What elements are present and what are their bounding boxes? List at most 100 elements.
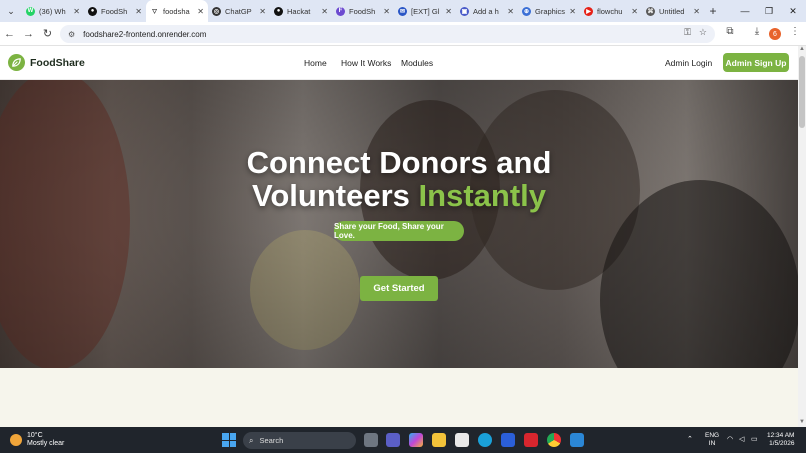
browser-tab[interactable]: ◎ ChatGP ✕ xyxy=(208,0,270,22)
clock-time: 12:34 AM xyxy=(767,432,795,439)
forward-icon[interactable]: → xyxy=(19,28,38,40)
close-tab-icon[interactable]: ✕ xyxy=(73,7,80,16)
hero-title-accent: Instantly xyxy=(418,178,546,213)
leaf-icon xyxy=(8,54,25,71)
browser-tab[interactable]: ✉ [EXT] Gl ✕ xyxy=(394,0,456,22)
copilot-icon[interactable] xyxy=(409,433,423,447)
get-started-button[interactable]: Get Started xyxy=(360,276,438,301)
close-tab-icon[interactable]: ✕ xyxy=(135,7,142,16)
hero-title: Connect Donors and Volunteers Instantly xyxy=(0,146,798,212)
address-bar: ← → ↻ ⚙ foodshare2-frontend.onrender.com… xyxy=(0,22,806,46)
chrome-icon[interactable] xyxy=(547,433,561,447)
tray-overflow-icon[interactable]: ⌃ xyxy=(687,435,693,443)
weather-widget[interactable]: 10°C Mostly clear xyxy=(10,432,64,448)
url-field[interactable]: ⚙ foodshare2-frontend.onrender.com ⚿ ☆ xyxy=(60,25,715,43)
url-text: foodshare2-frontend.onrender.com xyxy=(83,29,207,39)
teams-icon[interactable] xyxy=(386,433,400,447)
new-tab-button[interactable]: + xyxy=(704,4,722,18)
brand-logo[interactable]: FoodShare xyxy=(8,54,85,71)
keyboard-region: IN xyxy=(708,440,716,447)
browser-tab[interactable]: ▣ Add a h ✕ xyxy=(456,0,518,22)
close-tab-icon[interactable]: ✕ xyxy=(383,7,390,16)
close-tab-icon[interactable]: ✕ xyxy=(445,7,452,16)
close-tab-icon[interactable]: ✕ xyxy=(507,7,514,16)
taskbar-search-label: Search xyxy=(259,436,284,445)
browser-tab-label: FoodSh xyxy=(349,6,376,16)
tab-search-menu-icon[interactable]: ⌄ xyxy=(0,0,22,22)
scroll-thumb[interactable] xyxy=(799,56,805,128)
download-icon[interactable]: ⤓ xyxy=(749,26,765,37)
browser-tab[interactable]: ▶ flowchu ✕ xyxy=(580,0,642,22)
site-info-icon[interactable]: ⚙ xyxy=(68,30,75,39)
hero-tagline-badge: Share your Food, Share your Love. xyxy=(334,221,464,241)
hero-title-line1: Connect Donors and xyxy=(246,145,552,180)
next-section xyxy=(0,368,798,427)
drawio-icon: ⌘ xyxy=(646,6,655,16)
extensions-icon[interactable]: ⧉ xyxy=(722,26,738,37)
admin-login-link[interactable]: Admin Login xyxy=(665,58,712,68)
app-icon: F xyxy=(336,6,345,16)
mail-icon: ✉ xyxy=(398,6,407,16)
language-indicator[interactable]: ENG IN xyxy=(705,432,719,448)
whatsapp-icon: W xyxy=(26,6,35,16)
close-tab-icon[interactable]: ✕ xyxy=(631,7,638,16)
browser-tab-label: ChatGP xyxy=(225,6,252,16)
scroll-down-icon[interactable]: ▼ xyxy=(798,419,806,427)
task-view-icon[interactable] xyxy=(364,433,378,447)
browser-tab[interactable]: ⊕ Graphics ✕ xyxy=(518,0,580,22)
browser-tab-label: [EXT] Gl xyxy=(411,6,440,16)
browser-tab-label: Untitled xyxy=(659,6,685,16)
browser-tab-label: Graphics xyxy=(535,6,566,16)
close-tab-icon[interactable]: ✕ xyxy=(321,7,328,16)
profile-avatar[interactable]: 6 xyxy=(769,28,781,40)
vscode-icon[interactable] xyxy=(570,433,584,447)
back-icon[interactable]: ← xyxy=(0,28,19,40)
volume-icon[interactable]: ◁ xyxy=(739,435,744,443)
close-tab-icon[interactable]: ✕ xyxy=(569,7,576,16)
close-tab-icon[interactable]: ✕ xyxy=(197,7,204,16)
browser-menu-icon[interactable]: ⋮ xyxy=(787,26,803,37)
browser-tab[interactable]: ▽ foodsha ✕ xyxy=(146,0,208,22)
maximize-icon[interactable]: ❐ xyxy=(757,0,781,22)
close-tab-icon[interactable]: ✕ xyxy=(693,7,700,16)
nav-modules[interactable]: Modules xyxy=(401,58,433,68)
mcafee-icon[interactable] xyxy=(524,433,538,447)
browser-tab[interactable]: F FoodSh ✕ xyxy=(332,0,394,22)
minimize-icon[interactable]: — xyxy=(733,0,757,22)
browser-tab[interactable]: ● FoodSh ✕ xyxy=(84,0,146,22)
browser-tab[interactable]: W (36) Wh ✕ xyxy=(22,0,84,22)
admin-signup-button[interactable]: Admin Sign Up xyxy=(723,53,789,72)
reload-icon[interactable]: ↻ xyxy=(38,27,57,40)
clock-date: 1/5/2026 xyxy=(769,440,795,447)
wifi-icon[interactable]: ◠ xyxy=(727,435,733,443)
browser-tab[interactable]: ⌘ Untitled ✕ xyxy=(642,0,704,22)
weather-temperature: 10°C xyxy=(27,432,43,439)
hero-section: Connect Donors and Volunteers Instantly … xyxy=(0,80,798,368)
github-icon: ● xyxy=(274,6,283,16)
scroll-up-icon[interactable]: ▲ xyxy=(798,46,806,54)
close-tab-icon[interactable]: ✕ xyxy=(259,7,266,16)
weather-condition: Mostly clear xyxy=(27,440,65,447)
nav-how-it-works[interactable]: How It Works xyxy=(341,58,391,68)
weather-icon xyxy=(10,434,22,446)
nav-home[interactable]: Home xyxy=(304,58,327,68)
clock[interactable]: 12:34 AM 1/5/2026 xyxy=(767,432,794,448)
browser-tab[interactable]: ● Hackat ✕ xyxy=(270,0,332,22)
file-explorer-icon[interactable] xyxy=(432,433,446,447)
bookmark-icon: ▣ xyxy=(460,6,469,16)
app-icon[interactable] xyxy=(501,433,515,447)
youtube-icon: ▶ xyxy=(584,6,593,16)
battery-icon[interactable]: ▭ xyxy=(751,435,758,443)
password-key-icon[interactable]: ⚿ xyxy=(684,27,691,38)
edge-icon[interactable] xyxy=(478,433,492,447)
page-scrollbar[interactable]: ▲ ▼ xyxy=(798,46,806,427)
taskbar-search[interactable]: ⌕ Search xyxy=(243,432,356,449)
bookmark-star-icon[interactable]: ☆ xyxy=(699,27,707,38)
chatgpt-icon: ◎ xyxy=(212,6,221,16)
browser-tab-label: FoodSh xyxy=(101,6,128,16)
store-icon[interactable] xyxy=(455,433,469,447)
language-code: ENG xyxy=(705,432,720,439)
brand-name: FoodShare xyxy=(30,56,85,69)
close-window-icon[interactable]: ✕ xyxy=(781,0,805,22)
windows-start-icon[interactable] xyxy=(222,433,236,447)
